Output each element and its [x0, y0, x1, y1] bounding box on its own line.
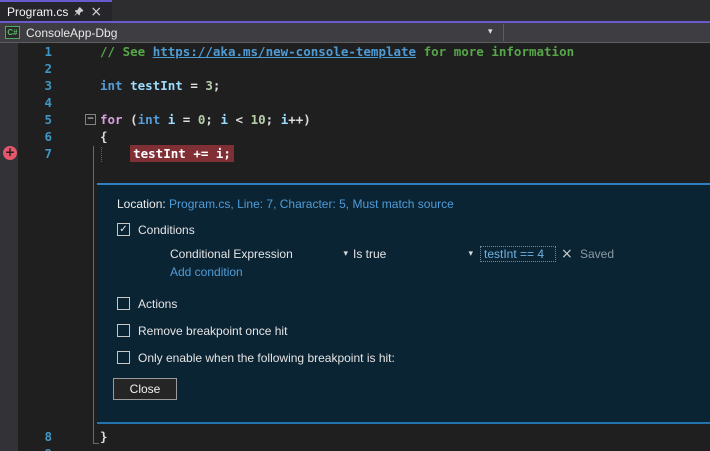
condition-expression-input[interactable]: [480, 246, 556, 262]
pin-icon[interactable]: [74, 6, 84, 17]
line-number: 1: [18, 43, 52, 60]
chevron-down-icon: ▾: [468, 246, 473, 263]
line-number: 3: [18, 77, 52, 94]
code-line-3[interactable]: 3 int testInt = 3;: [0, 77, 710, 94]
close-button[interactable]: Close: [113, 378, 177, 400]
condition-operator-dropdown[interactable]: Is true ▾: [353, 246, 473, 263]
location-value: Program.cs, Line: 7, Character: 5, Must …: [169, 197, 454, 211]
code-text: }: [100, 428, 108, 445]
conditions-label: Conditions: [138, 223, 195, 237]
tab-program-cs[interactable]: Program.cs ×: [0, 0, 112, 21]
debug-toolbar: C# ConsoleApp-Dbg ▾: [0, 21, 710, 43]
add-condition-link[interactable]: Add condition: [170, 265, 243, 279]
line-number: 2: [18, 60, 52, 77]
condition-saved-status: Saved: [580, 246, 614, 263]
code-text: // See https://aka.ms/new-console-templa…: [100, 43, 574, 60]
condition-type-dropdown[interactable]: Conditional Expression ▾: [170, 246, 348, 263]
condition-row: Conditional Expression ▾ Is true ▾ × Sav…: [97, 246, 710, 263]
code-text: {: [100, 128, 108, 145]
line-number: 6: [18, 128, 52, 145]
code-line-6[interactable]: 6{: [0, 128, 710, 145]
brace-structure-guide: [93, 146, 94, 443]
config-label: ConsoleApp-Dbg: [26, 26, 117, 40]
chevron-down-icon[interactable]: ▾: [488, 27, 493, 37]
code-text: int testInt = 3;: [100, 77, 220, 94]
only-enable-checkbox[interactable]: [117, 351, 130, 364]
code-line-1[interactable]: 1 // See https://aka.ms/new-console-templ…: [0, 43, 710, 60]
code-editor[interactable]: 1 // See https://aka.ms/new-console-templ…: [0, 43, 710, 451]
code-line-7[interactable]: 7+ testInt += i;: [0, 145, 710, 162]
line-number: 7: [18, 145, 52, 162]
document-tab-strip: Program.cs ×: [0, 0, 710, 21]
remove-once-label: Remove breakpoint once hit: [138, 324, 287, 338]
remove-once-row: Remove breakpoint once hit: [117, 323, 287, 338]
csharp-project-icon: C#: [5, 26, 20, 39]
only-enable-label: Only enable when the following breakpoin…: [138, 351, 395, 365]
breakpoint-location: Location: Program.cs, Line: 7, Character…: [117, 197, 454, 211]
secondary-dropdown[interactable]: [504, 23, 710, 42]
collapse-region-icon[interactable]: −: [85, 114, 96, 125]
tab-title: Program.cs: [7, 5, 68, 19]
solution-config-dropdown[interactable]: C# ConsoleApp-Dbg: [0, 23, 503, 42]
actions-label: Actions: [138, 297, 177, 311]
only-enable-row: Only enable when the following breakpoin…: [117, 350, 395, 365]
line-number: 5: [18, 111, 52, 128]
vs-editor-window: Program.cs × C# ConsoleApp-Dbg ▾ 1 // See…: [0, 0, 710, 451]
code-line-5[interactable]: 5 −for (int i = 0; i < 10; i++): [0, 111, 710, 128]
conditions-row: ✓ Conditions: [117, 222, 195, 237]
conditions-checkbox[interactable]: ✓: [117, 223, 130, 236]
line-number: 4: [18, 94, 52, 111]
code-text: for (int i = 0; i < 10; i++): [100, 111, 311, 128]
code-line-8[interactable]: 8}: [0, 428, 710, 445]
code-line-9[interactable]: 9: [0, 445, 710, 451]
chevron-down-icon: ▾: [343, 246, 348, 263]
remove-once-checkbox[interactable]: [117, 324, 130, 337]
code-line-4[interactable]: 4: [0, 94, 710, 111]
condition-operator-value: Is true: [353, 246, 386, 263]
close-icon[interactable]: ×: [90, 5, 102, 19]
breakpoint-settings-panel: Location: Program.cs, Line: 7, Character…: [97, 183, 710, 424]
remove-condition-icon[interactable]: ×: [561, 246, 573, 263]
code-text: testInt += i;: [100, 145, 234, 162]
line-number: 8: [18, 428, 52, 445]
line-number: 9: [18, 445, 52, 451]
actions-checkbox[interactable]: [117, 297, 130, 310]
location-label: Location:: [117, 197, 166, 211]
condition-type-value: Conditional Expression: [170, 246, 293, 263]
conditional-breakpoint-icon[interactable]: +: [3, 146, 17, 160]
actions-row: Actions: [117, 296, 177, 311]
code-line-2[interactable]: 2: [0, 60, 710, 77]
